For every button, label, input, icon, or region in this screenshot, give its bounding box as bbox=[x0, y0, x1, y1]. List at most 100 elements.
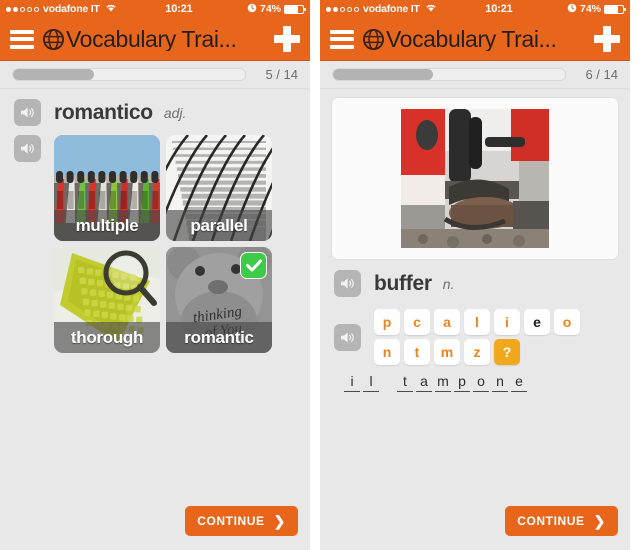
continue-button[interactable]: CONTINUE ❯ bbox=[505, 506, 618, 536]
answer-char-slot[interactable]: t bbox=[397, 372, 413, 392]
navigation-bar: Vocabulary Trai... bbox=[320, 18, 630, 61]
hamburger-menu-icon[interactable] bbox=[330, 29, 354, 49]
progress-track bbox=[332, 68, 566, 81]
answer-line[interactable]: iltampone bbox=[320, 365, 630, 392]
panel-divider bbox=[310, 0, 320, 550]
signal-strength-icon bbox=[6, 6, 39, 12]
app-brand: Vocabulary Trai... bbox=[42, 27, 274, 51]
letter-tile[interactable]: p bbox=[374, 309, 400, 335]
progress-fill bbox=[13, 69, 95, 80]
prompt-word: romantico bbox=[54, 100, 153, 124]
answer-char-slot[interactable]: n bbox=[492, 372, 508, 392]
clock-label: 10:21 bbox=[485, 3, 513, 15]
clock-label: 10:21 bbox=[165, 3, 193, 15]
status-bar: vodafone IT 10:21 74% bbox=[0, 0, 310, 18]
alarm-clock-icon bbox=[247, 3, 257, 16]
answer-word: il bbox=[344, 372, 382, 392]
chevron-right-icon: ❯ bbox=[273, 513, 286, 529]
prompt-part-of-speech: adj. bbox=[163, 104, 187, 121]
letter-tiles: p c a l i e o n t m z? bbox=[374, 309, 580, 365]
prompt-word: buffer bbox=[374, 271, 432, 295]
progress-counter: 5 / 14 bbox=[265, 67, 298, 82]
option-label: thorough bbox=[54, 322, 160, 353]
prompt-part-of-speech: n. bbox=[442, 275, 455, 292]
battery-percent-label: 74% bbox=[579, 3, 601, 15]
picture-card bbox=[331, 97, 619, 260]
prompt-word-row: buffer n. bbox=[320, 260, 630, 303]
signal-strength-icon bbox=[326, 6, 359, 12]
progress-track bbox=[12, 68, 246, 81]
status-bar: vodafone IT 10:21 74% bbox=[320, 0, 630, 18]
progress-counter: 6 / 14 bbox=[585, 67, 618, 82]
answer-char-slot[interactable]: m bbox=[435, 372, 451, 392]
answer-option-tile[interactable]: multiple bbox=[54, 135, 160, 241]
dual-screenshot-stage: vodafone IT 10:21 74% Vocabulary Trai...… bbox=[0, 0, 640, 550]
left-continue-wrap: CONTINUE ❯ bbox=[0, 506, 310, 550]
carrier-label: vodafone IT bbox=[43, 3, 100, 15]
answer-char-slot[interactable]: o bbox=[473, 372, 489, 392]
carrier-label: vodafone IT bbox=[363, 3, 420, 15]
prompt-word-row: romantico adj. bbox=[0, 89, 310, 132]
app-logo-globe-icon bbox=[42, 28, 65, 51]
answer-option-tile[interactable]: thorough bbox=[54, 247, 160, 353]
answer-options-grid: multipleparallel thoroughthinkingof Youro… bbox=[54, 135, 272, 353]
progress-fill bbox=[333, 69, 433, 80]
option-label: romantic bbox=[166, 322, 272, 353]
plus-icon[interactable] bbox=[274, 26, 300, 52]
answer-char-slot[interactable]: l bbox=[363, 372, 379, 392]
option-label: parallel bbox=[166, 210, 272, 241]
speaker-icon[interactable] bbox=[334, 270, 361, 297]
answer-char-slot[interactable]: p bbox=[454, 372, 470, 392]
train-buffer-photo bbox=[401, 109, 549, 248]
right-phone-screen: vodafone IT 10:21 74% Vocabulary Trai...… bbox=[320, 0, 630, 550]
letter-tile[interactable]: l bbox=[464, 309, 490, 335]
answer-word: tampone bbox=[397, 372, 530, 392]
plus-icon[interactable] bbox=[594, 26, 620, 52]
letter-tile[interactable]: e bbox=[524, 309, 550, 335]
continue-label: CONTINUE bbox=[517, 514, 585, 528]
battery-icon bbox=[604, 4, 626, 14]
letter-tile[interactable]: z bbox=[464, 339, 490, 365]
letter-tile[interactable]: t bbox=[404, 339, 430, 365]
continue-label: CONTINUE bbox=[197, 514, 265, 528]
hint-tile[interactable]: ? bbox=[494, 339, 520, 365]
option-label: multiple bbox=[54, 210, 160, 241]
wifi-icon bbox=[425, 3, 437, 15]
letter-tile[interactable]: o bbox=[554, 309, 580, 335]
speaker-icon[interactable] bbox=[14, 135, 41, 162]
letter-tiles-row: p c a l i e o n t m z? bbox=[320, 303, 630, 365]
progress-row: 5 / 14 bbox=[0, 61, 310, 89]
letter-tile[interactable]: n bbox=[374, 339, 400, 365]
speaker-icon[interactable] bbox=[334, 323, 361, 351]
wifi-icon bbox=[105, 3, 117, 15]
speaker-icon[interactable] bbox=[14, 99, 41, 126]
answer-char-slot[interactable]: a bbox=[416, 372, 432, 392]
left-content: romantico adj. multiple parallel thorough t… bbox=[0, 89, 310, 550]
options-grid-row: multipleparallel thoroughthinkingof Youro… bbox=[0, 132, 310, 353]
alarm-clock-icon bbox=[567, 3, 577, 16]
letter-tile[interactable]: a bbox=[434, 309, 460, 335]
right-continue-wrap: CONTINUE ❯ bbox=[320, 506, 630, 550]
answer-option-tile[interactable]: parallel bbox=[166, 135, 272, 241]
answer-char-slot[interactable]: i bbox=[344, 372, 360, 392]
letter-tile[interactable]: i bbox=[494, 309, 520, 335]
letter-tile-row: n t m z? bbox=[374, 339, 580, 365]
app-title: Vocabulary Trai... bbox=[386, 27, 557, 51]
letter-tile[interactable]: c bbox=[404, 309, 430, 335]
battery-percent-label: 74% bbox=[259, 3, 281, 15]
continue-button[interactable]: CONTINUE ❯ bbox=[185, 506, 298, 536]
chevron-right-icon: ❯ bbox=[593, 513, 606, 529]
left-phone-screen: vodafone IT 10:21 74% Vocabulary Trai...… bbox=[0, 0, 310, 550]
app-logo-globe-icon bbox=[362, 28, 385, 51]
navigation-bar: Vocabulary Trai... bbox=[0, 18, 310, 61]
hamburger-menu-icon[interactable] bbox=[10, 29, 34, 49]
app-brand: Vocabulary Trai... bbox=[362, 27, 594, 51]
battery-icon bbox=[284, 4, 306, 14]
letter-tile[interactable]: m bbox=[434, 339, 460, 365]
answer-char-slot[interactable]: e bbox=[511, 372, 527, 392]
right-content: buffer n. p c a l i e o n t m z? iltampone CONTINU… bbox=[320, 89, 630, 550]
letter-tile-row: pcalieo bbox=[374, 309, 580, 335]
checkmark-icon bbox=[240, 252, 267, 279]
progress-row: 6 / 14 bbox=[320, 61, 630, 89]
answer-option-tile[interactable]: thinkingof Youromantic bbox=[166, 247, 272, 353]
